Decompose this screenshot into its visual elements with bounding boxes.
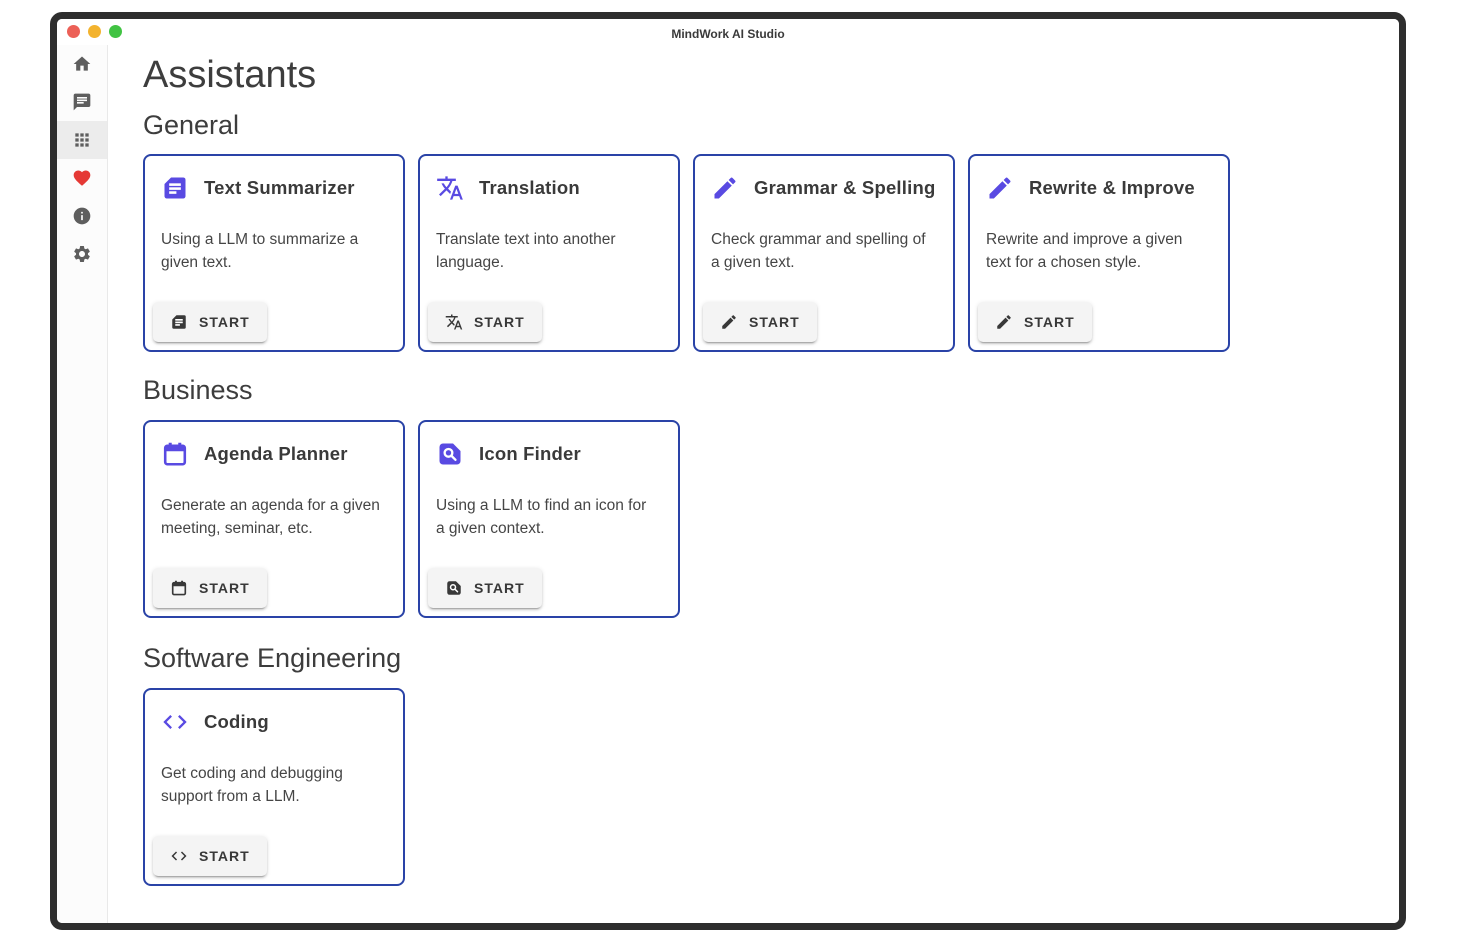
section-label: Software Engineering — [143, 642, 1379, 676]
start-button-coding[interactable]: START — [153, 836, 267, 876]
start-button-label: START — [474, 314, 525, 330]
summarize-icon — [161, 174, 189, 202]
assistant-card-rewrite-improve: Rewrite & Improve Rewrite and improve a … — [968, 154, 1230, 352]
start-button-icon-finder[interactable]: START — [428, 568, 542, 608]
gear-icon — [72, 244, 92, 264]
pencil-icon — [995, 313, 1013, 331]
section-business: Business Agenda Planner Generate an agen… — [143, 374, 1379, 618]
code-icon — [161, 708, 189, 736]
card-title: Text Summarizer — [204, 177, 355, 199]
card-description: Generate an agenda for a given meeting, … — [161, 494, 387, 540]
section-software-engineering: Software Engineering Coding Get coding a… — [143, 642, 1379, 886]
window-title: MindWork AI Studio — [57, 19, 1399, 45]
card-title: Translation — [479, 177, 580, 199]
assistant-card-grammar-spelling: Grammar & Spelling Check grammar and spe… — [693, 154, 955, 352]
summarize-icon — [170, 313, 188, 331]
pencil-icon — [986, 174, 1014, 202]
code-icon — [170, 847, 188, 865]
app-window: MindWork AI Studio Assistants — [50, 12, 1406, 930]
start-button-label: START — [1024, 314, 1075, 330]
start-button-grammar-spelling[interactable]: START — [703, 302, 817, 342]
main-content: Assistants General Text Summarizer Using… — [108, 45, 1399, 923]
pencil-icon — [711, 174, 739, 202]
start-button-label: START — [199, 580, 250, 596]
card-title: Agenda Planner — [204, 443, 348, 465]
card-description: Using a LLM to summarize a given text. — [161, 228, 387, 274]
start-button-label: START — [474, 580, 525, 596]
card-title: Icon Finder — [479, 443, 581, 465]
start-button-label: START — [749, 314, 800, 330]
icon-search-icon — [436, 440, 464, 468]
assistant-card-translation: Translation Translate text into another … — [418, 154, 680, 352]
assistant-card-text-summarizer: Text Summarizer Using a LLM to summarize… — [143, 154, 405, 352]
translate-icon — [436, 174, 464, 202]
start-button-translation[interactable]: START — [428, 302, 542, 342]
start-button-text-summarizer[interactable]: START — [153, 302, 267, 342]
section-label: Business — [143, 374, 1379, 408]
page-title: Assistants — [143, 53, 1379, 99]
sidebar-item-assistants[interactable] — [57, 121, 107, 159]
start-button-agenda-planner[interactable]: START — [153, 568, 267, 608]
card-description: Translate text into another language. — [436, 228, 662, 274]
calendar-icon — [161, 440, 189, 468]
sidebar-item-settings[interactable] — [57, 235, 107, 273]
assistant-card-icon-finder: Icon Finder Using a LLM to find an icon … — [418, 420, 680, 618]
card-description: Using a LLM to find an icon for a given … — [436, 494, 662, 540]
titlebar: MindWork AI Studio — [57, 19, 1399, 45]
sidebar-item-chats[interactable] — [57, 83, 107, 121]
translate-icon — [445, 313, 463, 331]
heart-icon — [72, 168, 92, 188]
calendar-icon — [170, 579, 188, 597]
icon-search-icon — [445, 579, 463, 597]
assistant-card-agenda-planner: Agenda Planner Generate an agenda for a … — [143, 420, 405, 618]
sidebar-item-about[interactable] — [57, 197, 107, 235]
pencil-icon — [720, 313, 738, 331]
info-icon — [72, 206, 92, 226]
start-button-label: START — [199, 314, 250, 330]
section-general: General Text Summarizer Using a LLM to s… — [143, 109, 1379, 353]
chat-icon — [72, 92, 92, 112]
card-description: Get coding and debugging support from a … — [161, 762, 387, 808]
start-button-label: START — [199, 848, 250, 864]
start-button-rewrite-improve[interactable]: START — [978, 302, 1092, 342]
card-description: Rewrite and improve a given text for a c… — [986, 228, 1212, 274]
section-label: General — [143, 109, 1379, 143]
sidebar-item-home[interactable] — [57, 45, 107, 83]
card-title: Rewrite & Improve — [1029, 177, 1195, 199]
apps-grid-icon — [72, 130, 92, 150]
assistant-card-coding: Coding Get coding and debugging support … — [143, 688, 405, 886]
card-title: Grammar & Spelling — [754, 177, 935, 199]
card-description: Check grammar and spelling of a given te… — [711, 228, 937, 274]
card-title: Coding — [204, 711, 269, 733]
sidebar-item-favorites[interactable] — [57, 159, 107, 197]
home-icon — [72, 54, 92, 74]
sidebar — [57, 45, 108, 923]
